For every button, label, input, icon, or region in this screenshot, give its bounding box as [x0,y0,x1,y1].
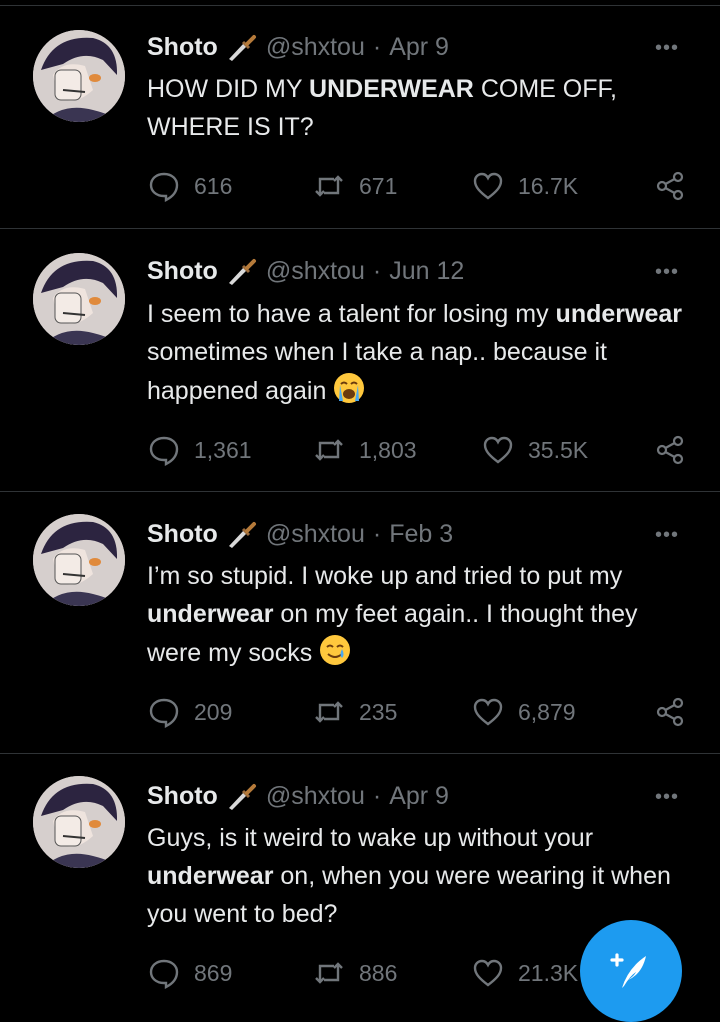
tweet-header: Shoto @shxtou · Apr 9 [147,30,449,64]
like-button[interactable]: 35.5K [482,434,588,466]
separator-dot: · [372,781,382,810]
separator-dot: · [372,256,382,285]
tweet-text: Guys, is it weird to wake up without you… [147,819,687,933]
reply-count: 869 [194,959,233,986]
avatar[interactable] [33,514,125,606]
compose-feather-icon [610,953,646,988]
like-button[interactable]: 6,879 [472,696,576,728]
crying-face-emoji [332,371,366,405]
share-button[interactable] [654,696,700,728]
share-icon [656,171,684,201]
display-name[interactable]: Shoto [147,520,218,549]
more-options-icon[interactable]: ••• [655,38,685,58]
retweet-icon [315,439,343,461]
heart-icon [473,698,503,726]
like-count: 16.7K [518,172,579,199]
more-options-icon[interactable]: ••• [655,262,685,282]
bold-keyword: underwear [147,862,274,890]
like-count: 35.5K [528,436,589,463]
text-part: I’m so stupid. I woke up and tried to pu… [147,562,623,590]
more-options-icon[interactable]: ••• [655,787,685,807]
tweet-header: Shoto @shxtou · Jun 12 [147,254,464,288]
reply-count: 616 [194,172,233,199]
reply-count: 1,361 [194,436,252,463]
tweet-date[interactable]: Jun 12 [389,257,464,286]
separator-dot: · [372,32,382,61]
reply-icon [149,172,179,202]
tweet-text: HOW DID MY UNDERWEAR COME OFF, WHERE IS … [147,70,687,146]
share-icon [656,697,684,727]
dagger-icon [226,32,258,62]
smiling-tear-emoji [318,633,352,667]
share-button[interactable] [654,434,700,466]
like-button[interactable]: 21.3K [472,957,578,989]
tweet[interactable]: Shoto @shxtou · Jun 12 ••• I seem to hav… [0,229,720,492]
tweet-date[interactable]: Apr 9 [389,33,449,62]
heart-icon [473,959,503,987]
bold-keyword: UNDERWEAR [309,75,474,103]
heart-icon [473,172,503,200]
reply-icon [149,959,179,989]
reply-button[interactable]: 869 [148,957,232,989]
text-part: sometimes when I take a nap.. because it… [147,338,607,405]
retweet-button[interactable]: 671 [313,170,397,202]
text-part: I seem to have a talent for losing my [147,300,556,328]
retweet-count: 1,803 [359,436,417,463]
retweet-icon [315,962,343,984]
retweet-icon [315,175,343,197]
handle[interactable]: @shxtou [266,33,365,62]
retweet-icon [315,701,343,723]
retweet-count: 235 [359,698,398,725]
tweet-actions: 616 671 16.7K [0,170,720,204]
tweet[interactable]: Shoto @shxtou · Feb 3 ••• I’m so stupid.… [0,492,720,754]
like-button[interactable]: 16.7K [472,170,578,202]
tweet-header: Shoto @shxtou · Feb 3 [147,517,453,551]
more-options-icon[interactable]: ••• [655,525,685,545]
bold-keyword: underwear [147,600,274,628]
like-count: 6,879 [518,698,576,725]
separator-dot: · [372,519,382,548]
bold-keyword: underwear [555,300,682,328]
avatar[interactable] [33,776,125,868]
dagger-icon [226,256,258,286]
dagger-icon [226,519,258,549]
compose-tweet-button[interactable] [580,920,682,1022]
retweet-count: 886 [359,959,398,986]
handle[interactable]: @shxtou [266,520,365,549]
avatar[interactable] [33,30,125,122]
retweet-button[interactable]: 235 [313,696,397,728]
reply-icon [149,698,179,728]
tweet-header: Shoto @shxtou · Apr 9 [147,779,449,813]
reply-button[interactable]: 209 [148,696,232,728]
avatar[interactable] [33,253,125,345]
retweet-button[interactable]: 886 [313,957,397,989]
tweet-date[interactable]: Apr 9 [389,782,449,811]
share-button[interactable] [654,170,700,202]
handle[interactable]: @shxtou [266,782,365,811]
heart-icon [483,436,513,464]
tweet-date[interactable]: Feb 3 [389,520,453,549]
display-name[interactable]: Shoto [147,782,218,811]
display-name[interactable]: Shoto [147,257,218,286]
text-part: Guys, is it weird to wake up without you… [147,824,594,852]
retweet-button[interactable]: 1,803 [313,434,417,466]
tweet-text: I’m so stupid. I woke up and tried to pu… [147,557,687,672]
tweet-actions: 209 235 6,879 [0,696,720,730]
tweet[interactable]: Shoto @shxtou · Apr 9 ••• HOW DID MY UND… [0,6,720,229]
retweet-count: 671 [359,172,398,199]
reply-count: 209 [194,698,233,725]
reply-button[interactable]: 616 [148,170,232,202]
tweet-text: I seem to have a talent for losing my un… [147,295,687,410]
display-name[interactable]: Shoto [147,33,218,62]
reply-button[interactable]: 1,361 [148,434,252,466]
share-icon [656,435,684,465]
dagger-icon [226,781,258,811]
reply-icon [149,436,179,466]
tweet-actions: 1,361 1,803 35.5K [0,434,720,468]
handle[interactable]: @shxtou [266,257,365,286]
like-count: 21.3K [518,959,579,986]
text-part: HOW DID MY [147,75,310,103]
